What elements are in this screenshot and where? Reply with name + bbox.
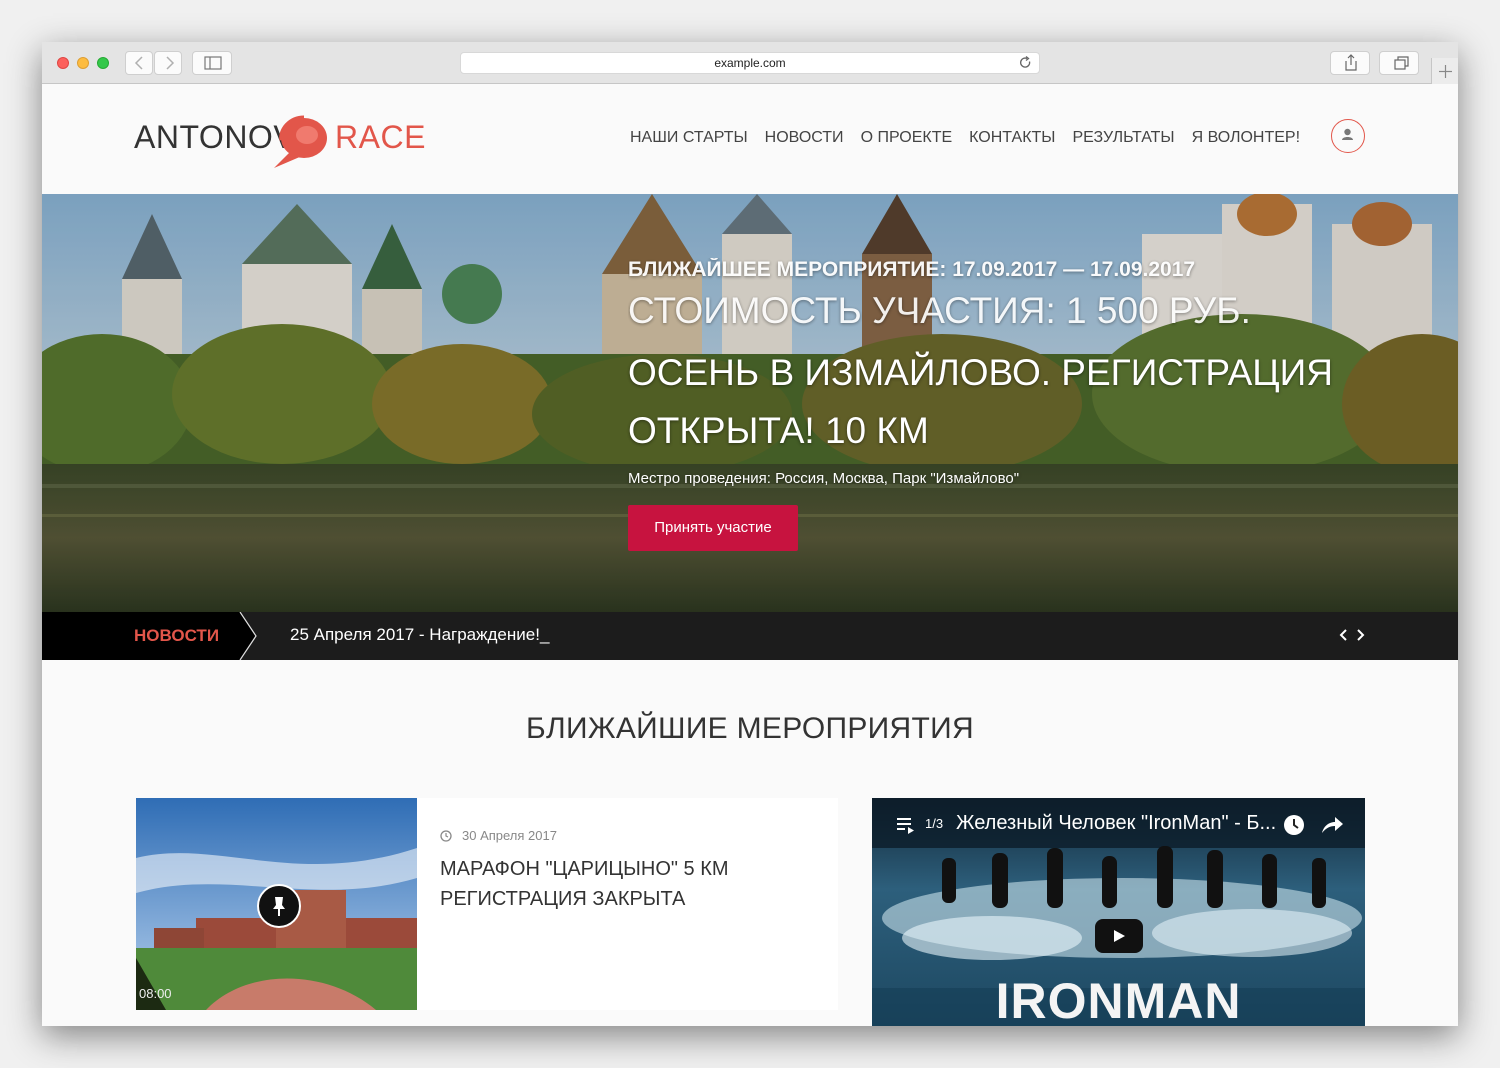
pin-button[interactable]: [257, 884, 301, 928]
sidebar-button[interactable]: [192, 51, 232, 75]
playlist-icon[interactable]: [894, 814, 916, 836]
video-player[interactable]: 1/3 Железный Человек "IronMan" - Б... IR…: [872, 798, 1365, 1026]
chevron-right-icon: [166, 56, 175, 70]
hero-place: Местро проведения: Россия, Москва, Парк …: [628, 470, 1020, 487]
url-text: example.com: [714, 56, 786, 70]
ticker-arrows: [1339, 629, 1365, 641]
join-button[interactable]: Принять участие: [628, 505, 798, 551]
nav-item-news[interactable]: НОВОСТИ: [765, 129, 844, 147]
share-button[interactable]: [1330, 51, 1370, 75]
event-title[interactable]: МАРАФОН "ЦАРИЦЫНО" 5 КМ РЕГИСТРАЦИЯ ЗАКР…: [440, 854, 800, 914]
hero-date-line: БЛИЖАЙШЕЕ МЕРОПРИЯТИЕ: 17.09.2017 — 17.0…: [628, 258, 1196, 281]
hero-price-line: СТОИМОСТЬ УЧАСТИЯ: 1 500 РУБ.: [628, 290, 1251, 331]
logo-speech-bubble-icon[interactable]: [270, 110, 332, 172]
address-bar[interactable]: example.com: [460, 52, 1040, 74]
nav-item-about[interactable]: О ПРОЕКТЕ: [861, 129, 953, 147]
event-image[interactable]: 08:00: [136, 798, 417, 1010]
nav-item-starts[interactable]: НАШИ СТАРТЫ: [630, 129, 748, 147]
hero-content: БЛИЖАЙШЕЕ МЕРОПРИЯТИЕ: 17.09.2017 — 17.0…: [628, 258, 1428, 487]
share-icon: [1345, 54, 1357, 71]
playlist-count: 1/3: [925, 816, 944, 831]
nav-item-results[interactable]: РЕЗУЛЬТАТЫ: [1072, 129, 1174, 147]
ticker-news-item[interactable]: 25 Апреля 2017 - Награждение!_: [290, 625, 549, 645]
video-title[interactable]: Железный Человек "IronMan" - Б...: [956, 812, 1276, 835]
back-button[interactable]: [125, 51, 153, 75]
ticker-label[interactable]: НОВОСТИ: [134, 626, 219, 646]
nav-item-volunteer[interactable]: Я ВОЛОНТЕР!: [1192, 129, 1300, 147]
site-header: ANTONOV RACE НАШИ СТАРТЫ НОВОСТИ О ПРОЕК…: [42, 84, 1458, 194]
minimize-window-button[interactable]: [77, 57, 89, 69]
chevron-left-icon: [134, 56, 143, 70]
play-icon: [1114, 930, 1125, 942]
section-title-events: БЛИЖАЙШИЕ МЕРОПРИЯТИЯ: [526, 712, 974, 745]
clock-icon: [440, 830, 452, 842]
watch-later-icon[interactable]: [1281, 812, 1307, 838]
chevron-left-icon[interactable]: [1339, 629, 1347, 641]
close-window-button[interactable]: [57, 57, 69, 69]
browser-toolbar: example.com: [42, 42, 1458, 84]
pin-icon: [273, 897, 285, 916]
sidebar-icon: [204, 56, 222, 70]
reload-icon[interactable]: [1019, 53, 1033, 73]
zoom-window-button[interactable]: [97, 57, 109, 69]
share-arrow-icon[interactable]: [1319, 813, 1345, 837]
hero-banner: БЛИЖАЙШЕЕ МЕРОПРИЯТИЕ: 17.09.2017 — 17.0…: [42, 194, 1458, 612]
plus-icon: [1439, 65, 1452, 78]
new-tab-button[interactable]: [1431, 58, 1458, 84]
tabs-button[interactable]: [1379, 51, 1419, 75]
chevron-right-icon[interactable]: [1357, 629, 1365, 641]
user-icon: [1342, 128, 1353, 140]
nav-item-contacts[interactable]: КОНТАКТЫ: [969, 129, 1055, 147]
event-card[interactable]: 08:00 30 Апреля 2017 МАРАФОН "ЦАРИЦЫНО" …: [136, 798, 838, 1010]
logo-text-race[interactable]: RACE: [335, 119, 426, 156]
video-brand-text: IRONMAN: [995, 973, 1242, 1026]
event-date: 30 Апреля 2017: [462, 828, 557, 843]
news-ticker: НОВОСТИ 25 Апреля 2017 - Награждение!_: [42, 612, 1458, 660]
hero-title: ОСЕНЬ В ИЗМАЙЛОВО. РЕГИСТРАЦИЯ ОТКРЫТА! …: [628, 352, 1333, 451]
play-button[interactable]: [1095, 919, 1143, 953]
event-time: 08:00: [139, 986, 172, 1001]
browser-window: example.com ANTONOV RACE НАШИ СТАРТЫ НОВ…: [42, 42, 1458, 1026]
tabs-icon: [1394, 56, 1409, 70]
forward-button[interactable]: [154, 51, 182, 75]
user-account-button[interactable]: [1331, 119, 1365, 153]
main-nav: НАШИ СТАРТЫ НОВОСТИ О ПРОЕКТЕ КОНТАКТЫ Р…: [630, 129, 1300, 147]
